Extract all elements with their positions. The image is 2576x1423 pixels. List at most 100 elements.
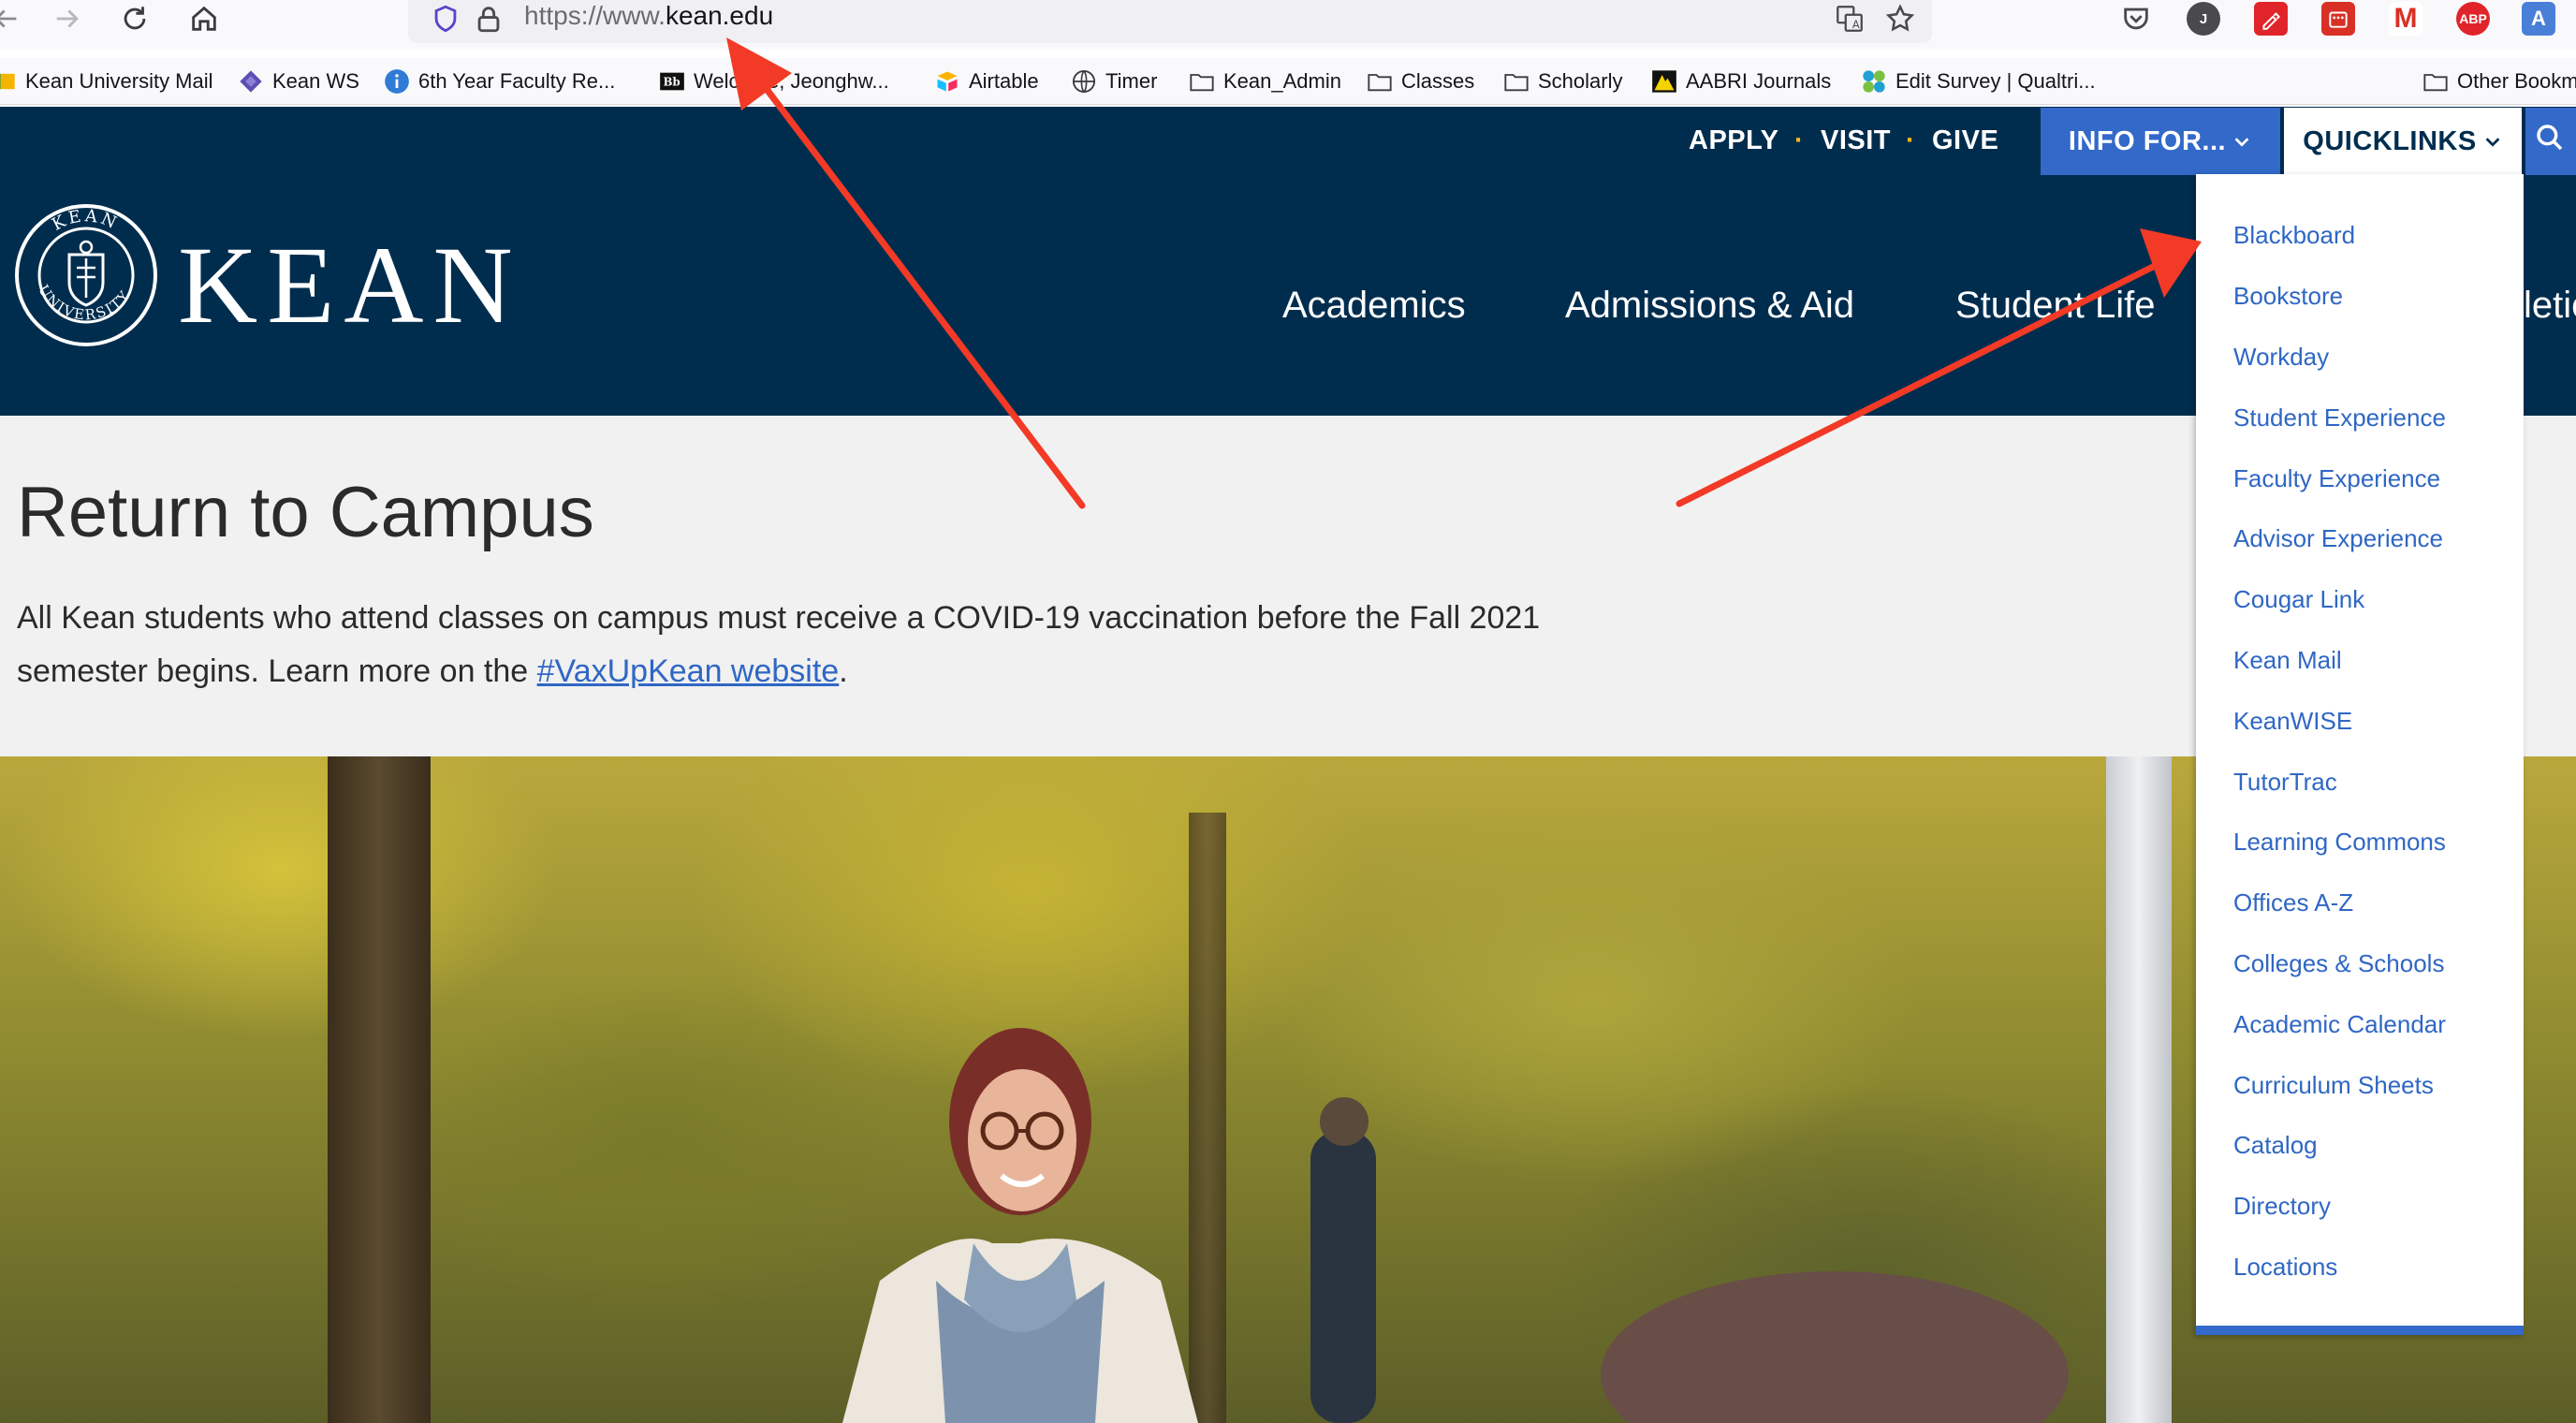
browser-toolbar: https://www.kean.edu A J M ABP A bbox=[0, 0, 2576, 49]
forward-icon[interactable] bbox=[45, 0, 90, 37]
give-link[interactable]: GIVE bbox=[1932, 125, 1998, 156]
url-prefix: https://www. bbox=[524, 1, 666, 30]
bookmark-folder-kean-admin[interactable]: Kean_Admin bbox=[1189, 66, 1341, 97]
svg-text:Bb: Bb bbox=[664, 76, 681, 89]
bookmark-label: Kean WS bbox=[272, 69, 359, 93]
nav-admissions-aid[interactable]: Admissions & Aid bbox=[1565, 285, 1854, 327]
quicklink-directory[interactable]: Directory bbox=[2233, 1192, 2331, 1221]
translate-extension-icon[interactable]: A bbox=[2522, 2, 2555, 36]
university-seal-icon: KEAN UNIVERSITY bbox=[15, 204, 157, 346]
svg-text:UNIVERSITY: UNIVERSITY bbox=[35, 282, 134, 323]
tracking-protection-shield-icon[interactable] bbox=[423, 0, 468, 37]
quicklink-faculty-experience[interactable]: Faculty Experience bbox=[2233, 464, 2440, 493]
bookmark-label: Welcome, Jeonghw... bbox=[694, 69, 889, 93]
vaxupkean-link[interactable]: #VaxUpKean website bbox=[537, 653, 840, 689]
search-icon bbox=[2537, 125, 2563, 151]
folder-icon bbox=[1367, 68, 1393, 95]
announcement-text-end: . bbox=[839, 653, 848, 689]
quicklink-keanwise[interactable]: KeanWISE bbox=[2233, 707, 2352, 736]
folder-icon bbox=[2422, 68, 2449, 95]
home-icon[interactable] bbox=[182, 0, 227, 37]
logo-wordmark: KEAN bbox=[178, 224, 522, 346]
bookmark-label: Scholarly bbox=[1538, 69, 1623, 93]
nav-student-life[interactable]: Student Life bbox=[1955, 285, 2156, 327]
bookmark-aabri-journals[interactable]: AABRI Journals bbox=[1651, 66, 1831, 97]
site-header: APPLY · VISIT · GIVE INFO FOR... QUICKLI… bbox=[0, 107, 2576, 416]
quicklink-offices-a-z[interactable]: Offices A-Z bbox=[2233, 888, 2353, 917]
back-icon[interactable] bbox=[0, 0, 28, 37]
folder-icon bbox=[1503, 68, 1530, 95]
bookmark-star-icon[interactable] bbox=[1878, 0, 1923, 37]
url-text[interactable]: https://www.kean.edu bbox=[524, 1, 773, 31]
bookmark-label: Timer bbox=[1105, 69, 1158, 93]
bookmark-faculty-review[interactable]: 6th Year Faculty Re... bbox=[384, 66, 615, 97]
announcement-text: All Kean students who attend classes on … bbox=[17, 592, 1571, 698]
separator-dot: · bbox=[1906, 125, 1915, 155]
announcement-section: Return to Campus All Kean students who a… bbox=[0, 416, 2576, 756]
quicklink-kean-mail[interactable]: Kean Mail bbox=[2233, 646, 2342, 675]
airtable-icon bbox=[934, 68, 960, 95]
quicklink-workday[interactable]: Workday bbox=[2233, 343, 2329, 372]
bookmark-kean-ws[interactable]: Kean WS bbox=[238, 66, 359, 97]
bookmark-label: Edit Survey | Qualtri... bbox=[1895, 69, 2096, 93]
url-host: kean.edu bbox=[665, 1, 774, 30]
bookmark-airtable[interactable]: Airtable bbox=[934, 66, 1039, 97]
bookmark-qualtrics[interactable]: Edit Survey | Qualtri... bbox=[1861, 66, 2096, 97]
bookmark-label: Classes bbox=[1401, 69, 1475, 93]
dropdown-bottom-bar bbox=[2196, 1326, 2524, 1335]
quicklink-student-experience[interactable]: Student Experience bbox=[2233, 403, 2446, 433]
bookmark-folder-classes[interactable]: Classes bbox=[1367, 66, 1474, 97]
reload-icon[interactable] bbox=[112, 0, 157, 37]
url-bar[interactable]: https://www.kean.edu A bbox=[408, 0, 1932, 43]
quicklink-bookstore[interactable]: Bookstore bbox=[2233, 282, 2343, 311]
highlighter-extension-icon[interactable] bbox=[2254, 2, 2288, 36]
gmail-extension-icon[interactable]: M bbox=[2389, 2, 2422, 36]
bookmark-folder-scholarly[interactable]: Scholarly bbox=[1503, 66, 1622, 97]
info-icon bbox=[384, 68, 410, 95]
bookmark-folder-other[interactable]: Other Bookmarks bbox=[2422, 66, 2576, 97]
pocket-icon[interactable] bbox=[2114, 0, 2159, 37]
bookmark-kean-mail[interactable]: Kean University Mail bbox=[0, 66, 213, 97]
quicklink-learning-commons[interactable]: Learning Commons bbox=[2233, 828, 2446, 857]
quicklink-curriculum-sheets[interactable]: Curriculum Sheets bbox=[2233, 1071, 2434, 1100]
nav-academics[interactable]: Academics bbox=[1282, 285, 1466, 327]
info-for-button[interactable]: INFO FOR... bbox=[2041, 108, 2280, 175]
quicklinks-button[interactable]: QUICKLINKS bbox=[2284, 108, 2522, 175]
hero-photo bbox=[0, 756, 2576, 1423]
apply-link[interactable]: APPLY bbox=[1689, 125, 1779, 156]
bookmark-label: Kean_Admin bbox=[1223, 69, 1341, 93]
puzzle-icon bbox=[238, 68, 264, 95]
bookmark-label: 6th Year Faculty Re... bbox=[418, 69, 616, 93]
search-button[interactable] bbox=[2525, 108, 2576, 175]
folder-icon bbox=[1189, 68, 1215, 95]
quicklink-tutortrac[interactable]: TutorTrac bbox=[2233, 768, 2337, 797]
separator-dot: · bbox=[1794, 125, 1804, 155]
bookmark-label: Airtable bbox=[969, 69, 1039, 93]
quicklinks-dropdown-menu: Blackboard Bookstore Workday Student Exp… bbox=[2196, 174, 2524, 1335]
quicklink-academic-calendar[interactable]: Academic Calendar bbox=[2233, 1010, 2446, 1039]
translate-page-icon[interactable]: A bbox=[1827, 0, 1872, 37]
blackboard-icon: Bb bbox=[659, 68, 685, 95]
quicklink-cougar-link[interactable]: Cougar Link bbox=[2233, 585, 2364, 614]
visit-link[interactable]: VISIT bbox=[1821, 125, 1891, 156]
quicklink-catalog[interactable]: Catalog bbox=[2233, 1131, 2318, 1160]
lock-icon[interactable] bbox=[466, 0, 511, 37]
bookmark-label: AABRI Journals bbox=[1686, 69, 1832, 93]
info-for-label: INFO FOR... bbox=[2068, 125, 2227, 156]
chevron-down-icon bbox=[2485, 138, 2500, 147]
svg-text:A: A bbox=[1852, 18, 1860, 31]
bookmark-timer[interactable]: Timer bbox=[1071, 66, 1157, 97]
page-title: Return to Campus bbox=[17, 473, 594, 552]
kean-logo[interactable]: KEAN UNIVERSITY KEAN bbox=[15, 202, 567, 348]
quicklink-locations[interactable]: Locations bbox=[2233, 1253, 2337, 1282]
aabri-icon bbox=[1651, 68, 1677, 95]
adblock-plus-icon[interactable]: ABP bbox=[2456, 2, 2490, 36]
bookmark-blackboard[interactable]: Bb Welcome, Jeonghw... bbox=[659, 66, 889, 97]
todo-extension-icon[interactable] bbox=[2321, 2, 2355, 36]
quicklink-blackboard[interactable]: Blackboard bbox=[2233, 221, 2355, 250]
quicklink-colleges-schools[interactable]: Colleges & Schools bbox=[2233, 949, 2444, 978]
account-avatar[interactable]: J bbox=[2187, 2, 2220, 36]
bookmarks-bar: Kean University Mail Kean WS 6th Year Fa… bbox=[0, 58, 2576, 105]
quicklink-advisor-experience[interactable]: Advisor Experience bbox=[2233, 524, 2443, 553]
globe-icon bbox=[1071, 68, 1097, 95]
